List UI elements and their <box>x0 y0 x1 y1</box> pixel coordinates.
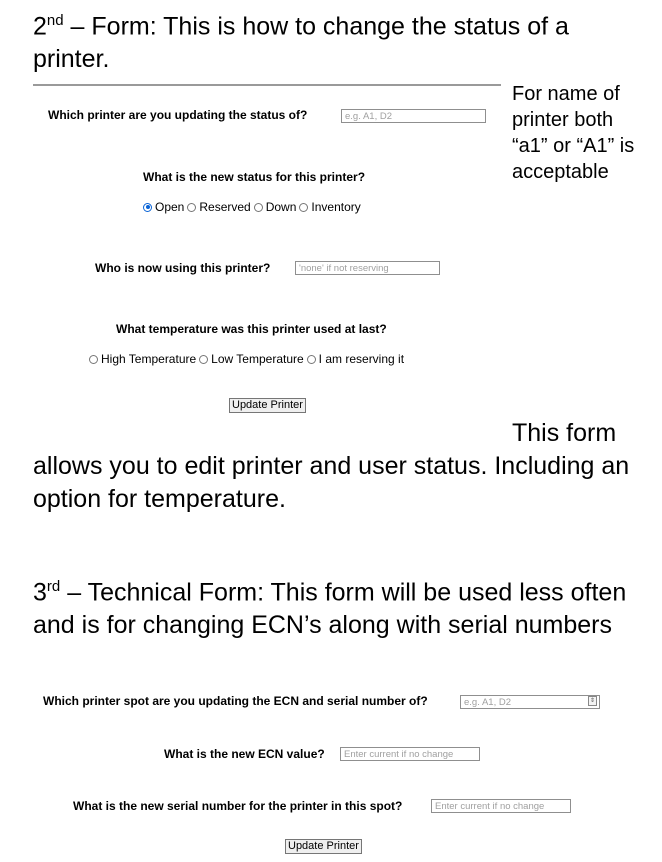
status-label-reserved: Reserved <box>199 200 251 214</box>
status-radio-down[interactable] <box>253 202 263 212</box>
temp-option-reserving[interactable]: I am reserving it <box>306 352 407 366</box>
status-radio-inventory[interactable] <box>299 202 309 212</box>
section3-heading-text: – Technical Form: This form will be used… <box>33 578 627 640</box>
section2-heading: 2nd – Form: This is how to change the st… <box>33 4 633 76</box>
section2-heading-text: – Form: This is how to change the status… <box>33 12 569 74</box>
spinner-icon[interactable]: ⇕ <box>588 696 597 706</box>
status-form-description-text: This form allows you to edit printer and… <box>33 419 630 513</box>
user-input[interactable] <box>295 261 440 275</box>
temp-radio-low[interactable] <box>199 354 209 364</box>
status-label-down: Down <box>265 200 297 214</box>
spot-field: ⇕ <box>460 695 600 709</box>
temp-label-high: High Temperature <box>101 352 197 366</box>
temp-label-reserving: I am reserving it <box>318 352 405 366</box>
spot-input[interactable] <box>460 695 600 709</box>
temp-option-high[interactable]: High Temperature <box>89 352 199 366</box>
status-radio-reserved[interactable] <box>187 202 197 212</box>
temp-label-low: Low Temperature <box>211 352 304 366</box>
printer-input[interactable] <box>341 109 486 123</box>
serial-input[interactable] <box>431 799 571 813</box>
update-printer-technical-button[interactable]: Update Printer <box>285 839 362 854</box>
temp-radio-high[interactable] <box>89 354 98 364</box>
status-form-description: This form allows you to edit printer and… <box>33 417 638 516</box>
ecn-question: What is the new ECN value? <box>164 747 325 761</box>
status-option-down[interactable]: Down <box>253 200 300 214</box>
section-divider <box>33 84 501 86</box>
section2-heading-sup: nd <box>46 12 64 29</box>
status-question: What is the new status for this printer? <box>143 170 366 184</box>
section2-heading-num: 2 <box>33 12 47 41</box>
printer-name-note: For name of printer both “a1” or “A1” is… <box>512 83 635 183</box>
spot-question: Which printer spot are you updating the … <box>43 694 428 708</box>
temperature-radio-group: High Temperature Low Temperature I am re… <box>89 352 407 366</box>
status-radio-open[interactable] <box>143 202 152 212</box>
temp-option-low[interactable]: Low Temperature <box>199 352 307 366</box>
status-radio-group: Open Reserved Down Inventory <box>143 200 364 214</box>
status-label-open: Open <box>155 200 185 214</box>
printer-question: Which printer are you updating the statu… <box>48 108 308 122</box>
status-label-inventory: Inventory <box>311 200 361 214</box>
temp-radio-reserving[interactable] <box>306 354 316 364</box>
temperature-question: What temperature was this printer used a… <box>116 322 387 336</box>
ecn-input[interactable] <box>340 747 480 761</box>
section3-heading-sup: rd <box>46 578 61 595</box>
section3-heading: 3rd – Technical Form: This form will be … <box>33 570 633 642</box>
status-option-reserved[interactable]: Reserved <box>187 200 253 214</box>
status-option-inventory[interactable]: Inventory <box>299 200 363 214</box>
section3-heading-num: 3 <box>33 578 47 607</box>
update-printer-button[interactable]: Update Printer <box>229 398 306 413</box>
user-question: Who is now using this printer? <box>95 261 271 275</box>
serial-question: What is the new serial number for the pr… <box>73 799 403 813</box>
status-option-open[interactable]: Open <box>143 200 187 214</box>
